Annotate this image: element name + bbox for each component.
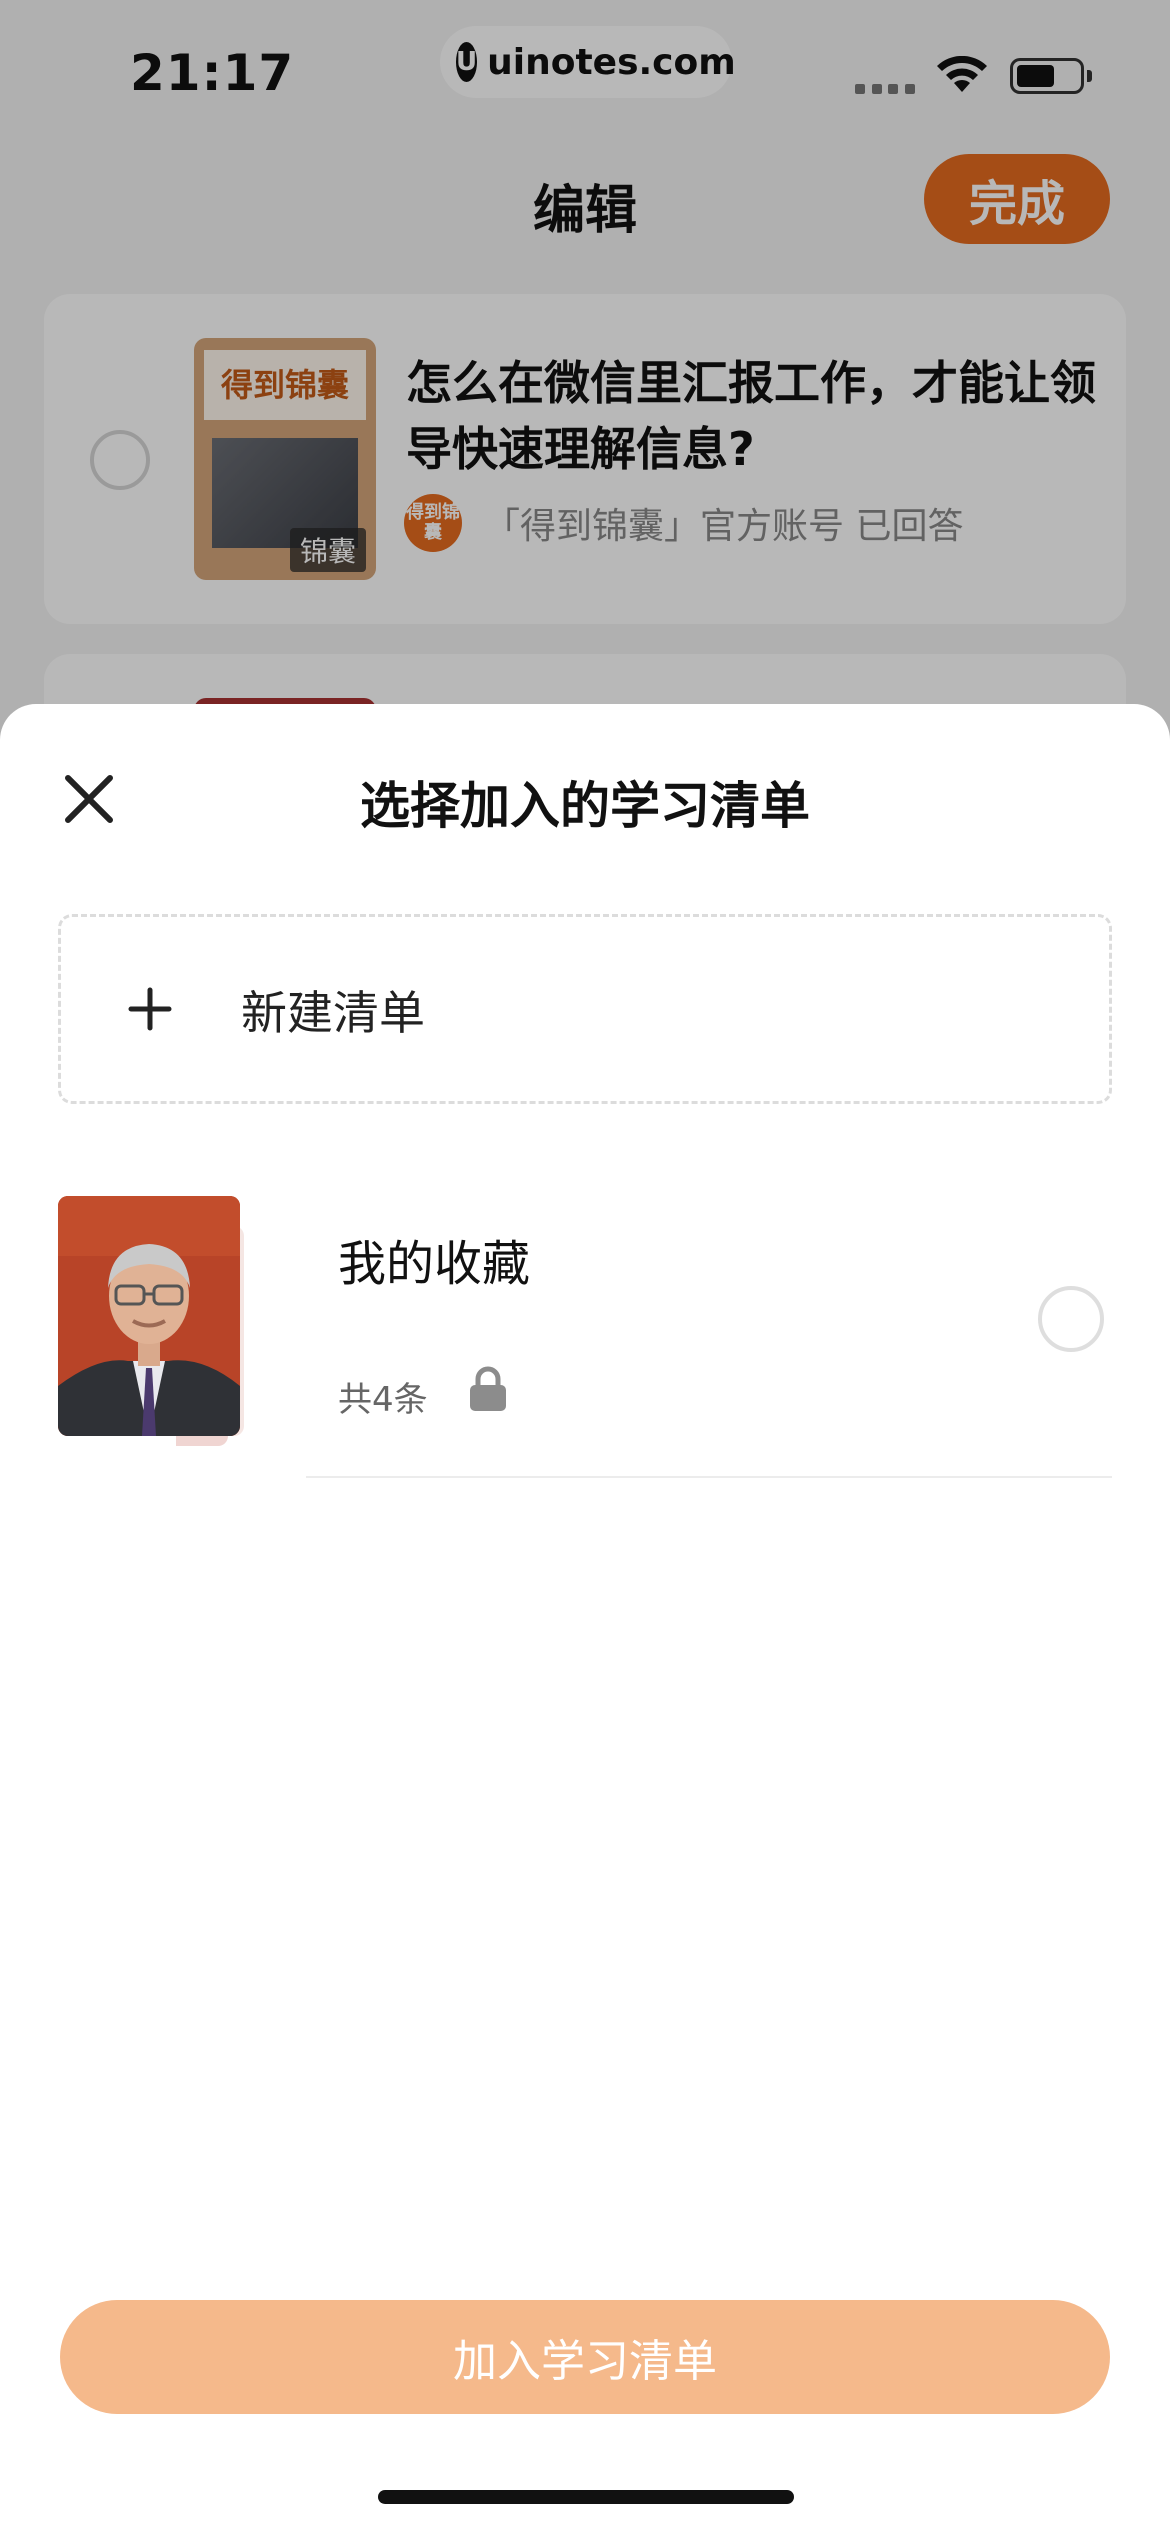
list-select-radio[interactable] <box>1038 1286 1104 1352</box>
new-list-label: 新建清单 <box>241 986 425 1040</box>
sheet-title: 选择加入的学习清单 <box>360 777 810 835</box>
list-item[interactable]: 我的收藏 共4条 <box>58 1188 1112 1478</box>
new-list-button[interactable]: 新建清单 <box>58 914 1112 1104</box>
plus-icon <box>128 987 172 1031</box>
add-to-list-sheet: 选择加入的学习清单 新建清单 我的收藏 共4条 加入学习清单 <box>0 704 1170 2532</box>
lock-icon <box>470 1366 506 1411</box>
home-indicator <box>378 2490 794 2504</box>
list-title: 我的收藏 <box>338 1236 531 1292</box>
list-count: 共4条 <box>338 1380 428 1420</box>
divider <box>306 1476 1112 1478</box>
list-cover-image <box>58 1196 240 1436</box>
add-to-list-button[interactable]: 加入学习清单 <box>60 2300 1110 2414</box>
